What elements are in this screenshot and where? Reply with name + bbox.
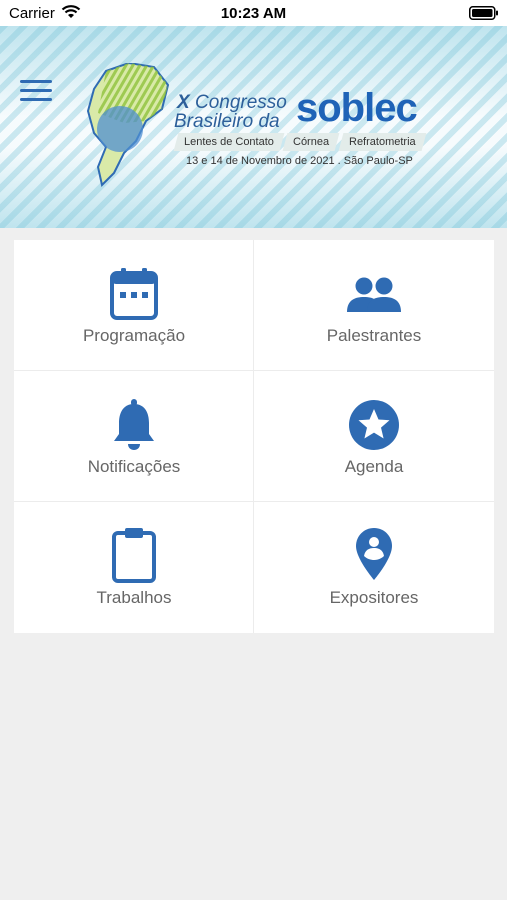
menu-item-label: Agenda <box>344 457 404 476</box>
menu-item-expositores[interactable]: Expositores <box>254 502 494 633</box>
battery-icon <box>469 6 499 24</box>
logo-roman-numeral: X <box>177 92 190 113</box>
menu-item-agenda[interactable]: Agenda <box>254 371 494 502</box>
tag-cornea: Córnea <box>282 133 340 151</box>
logo-title-line2: Brasileiro da <box>174 111 280 132</box>
star-icon <box>254 399 494 451</box>
bell-icon <box>14 399 254 451</box>
menu-item-label: Palestrantes <box>326 326 422 345</box>
tag-lentes: Lentes de Contato <box>173 133 285 151</box>
tag-label: Lentes de Contato <box>184 136 274 148</box>
menu-item-label: Expositores <box>329 588 419 607</box>
menu-item-palestrantes[interactable]: Palestrantes <box>254 240 494 371</box>
tag-label: Córnea <box>293 136 330 148</box>
menu-item-trabalhos[interactable]: Trabalhos <box>14 502 254 633</box>
menu-item-notificacoes[interactable]: Notificações <box>14 371 254 502</box>
clock-time: 10:23 AM <box>220 5 287 22</box>
brand-name: soblec <box>296 86 418 130</box>
people-icon <box>254 268 494 320</box>
menu-item-label: Notificações <box>87 457 181 476</box>
menu-item-programacao[interactable]: Programação <box>14 240 254 371</box>
hamburger-menu-button[interactable] <box>20 80 52 104</box>
event-date: 13 e 14 de Novembro de 2021 . São Paulo-… <box>186 155 413 167</box>
brazil-map-logo-icon <box>84 61 174 192</box>
menu-item-label: Trabalhos <box>96 588 172 607</box>
status-bar: Carrier 10:23 AM <box>0 0 507 26</box>
logo-title-word: Congresso <box>194 92 287 113</box>
tag-refratometria: Refratometria <box>338 133 427 151</box>
calendar-icon <box>14 268 254 320</box>
tag-label: Refratometria <box>349 136 416 148</box>
map-pin-icon <box>254 528 494 582</box>
clipboard-icon <box>14 528 254 583</box>
menu-grid: Programação Palestrantes Notificações Ag… <box>14 240 494 633</box>
menu-item-label: Programação <box>82 326 186 345</box>
